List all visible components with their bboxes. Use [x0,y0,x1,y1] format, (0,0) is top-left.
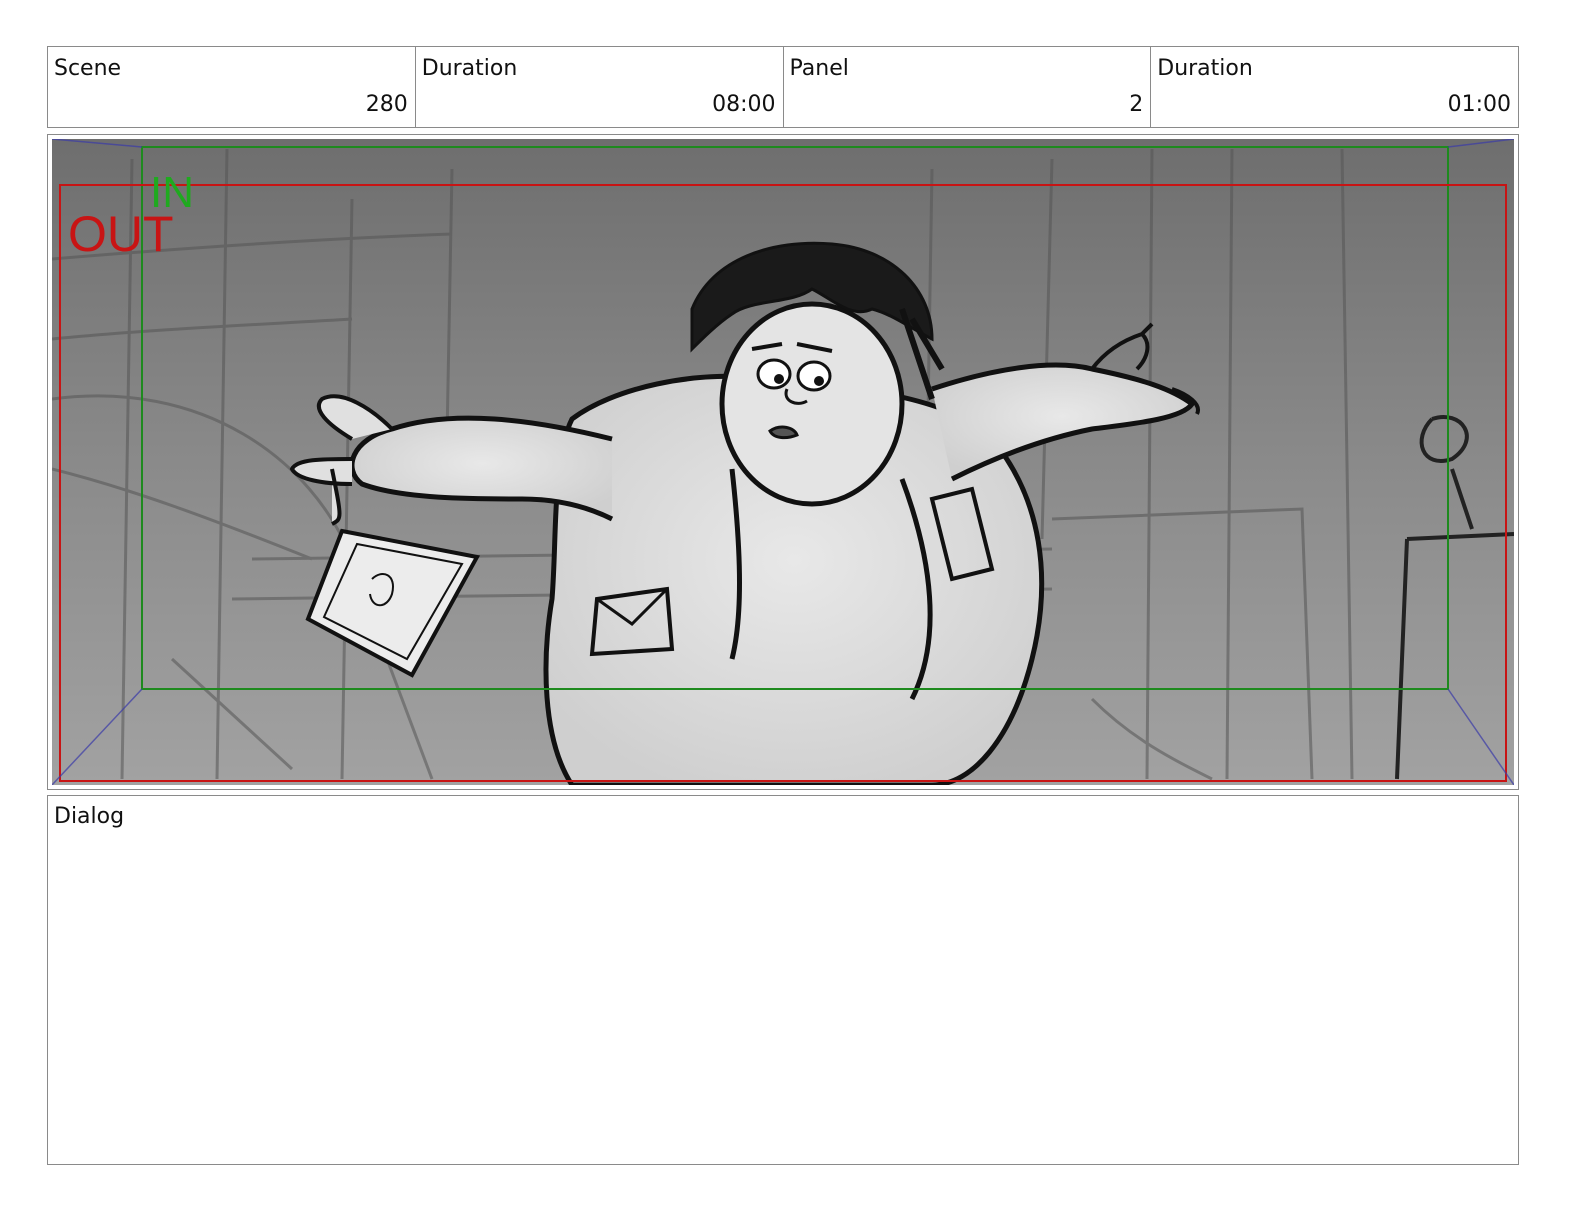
scene-duration-label: Duration [421,56,518,81]
panel-label: Panel [789,56,849,81]
scene-value: 280 [365,92,408,117]
scene-duration-value: 08:00 [712,92,776,117]
panel-duration-cell: Duration 01:00 [1151,47,1518,127]
panel-duration-value: 01:00 [1447,92,1511,117]
storyboard-panel: IN OUT [47,134,1519,790]
out-frame-label: OUT [68,206,174,262]
panel-cell: Panel 2 [784,47,1152,127]
scene-info-header: Scene 280 Duration 08:00 Panel 2 Duratio… [47,46,1519,128]
panel-duration-label: Duration [1157,56,1253,81]
dialog-label: Dialog [54,804,125,829]
storyboard-sketch: IN OUT [52,139,1514,785]
dialog-box: Dialog [47,795,1519,1165]
scene-duration-cell: Duration 08:00 [416,47,784,127]
panel-value: 2 [1129,92,1144,117]
storyboard-drawing: IN OUT [52,139,1514,785]
scene-label: Scene [54,56,122,81]
scene-cell: Scene 280 [48,47,416,127]
